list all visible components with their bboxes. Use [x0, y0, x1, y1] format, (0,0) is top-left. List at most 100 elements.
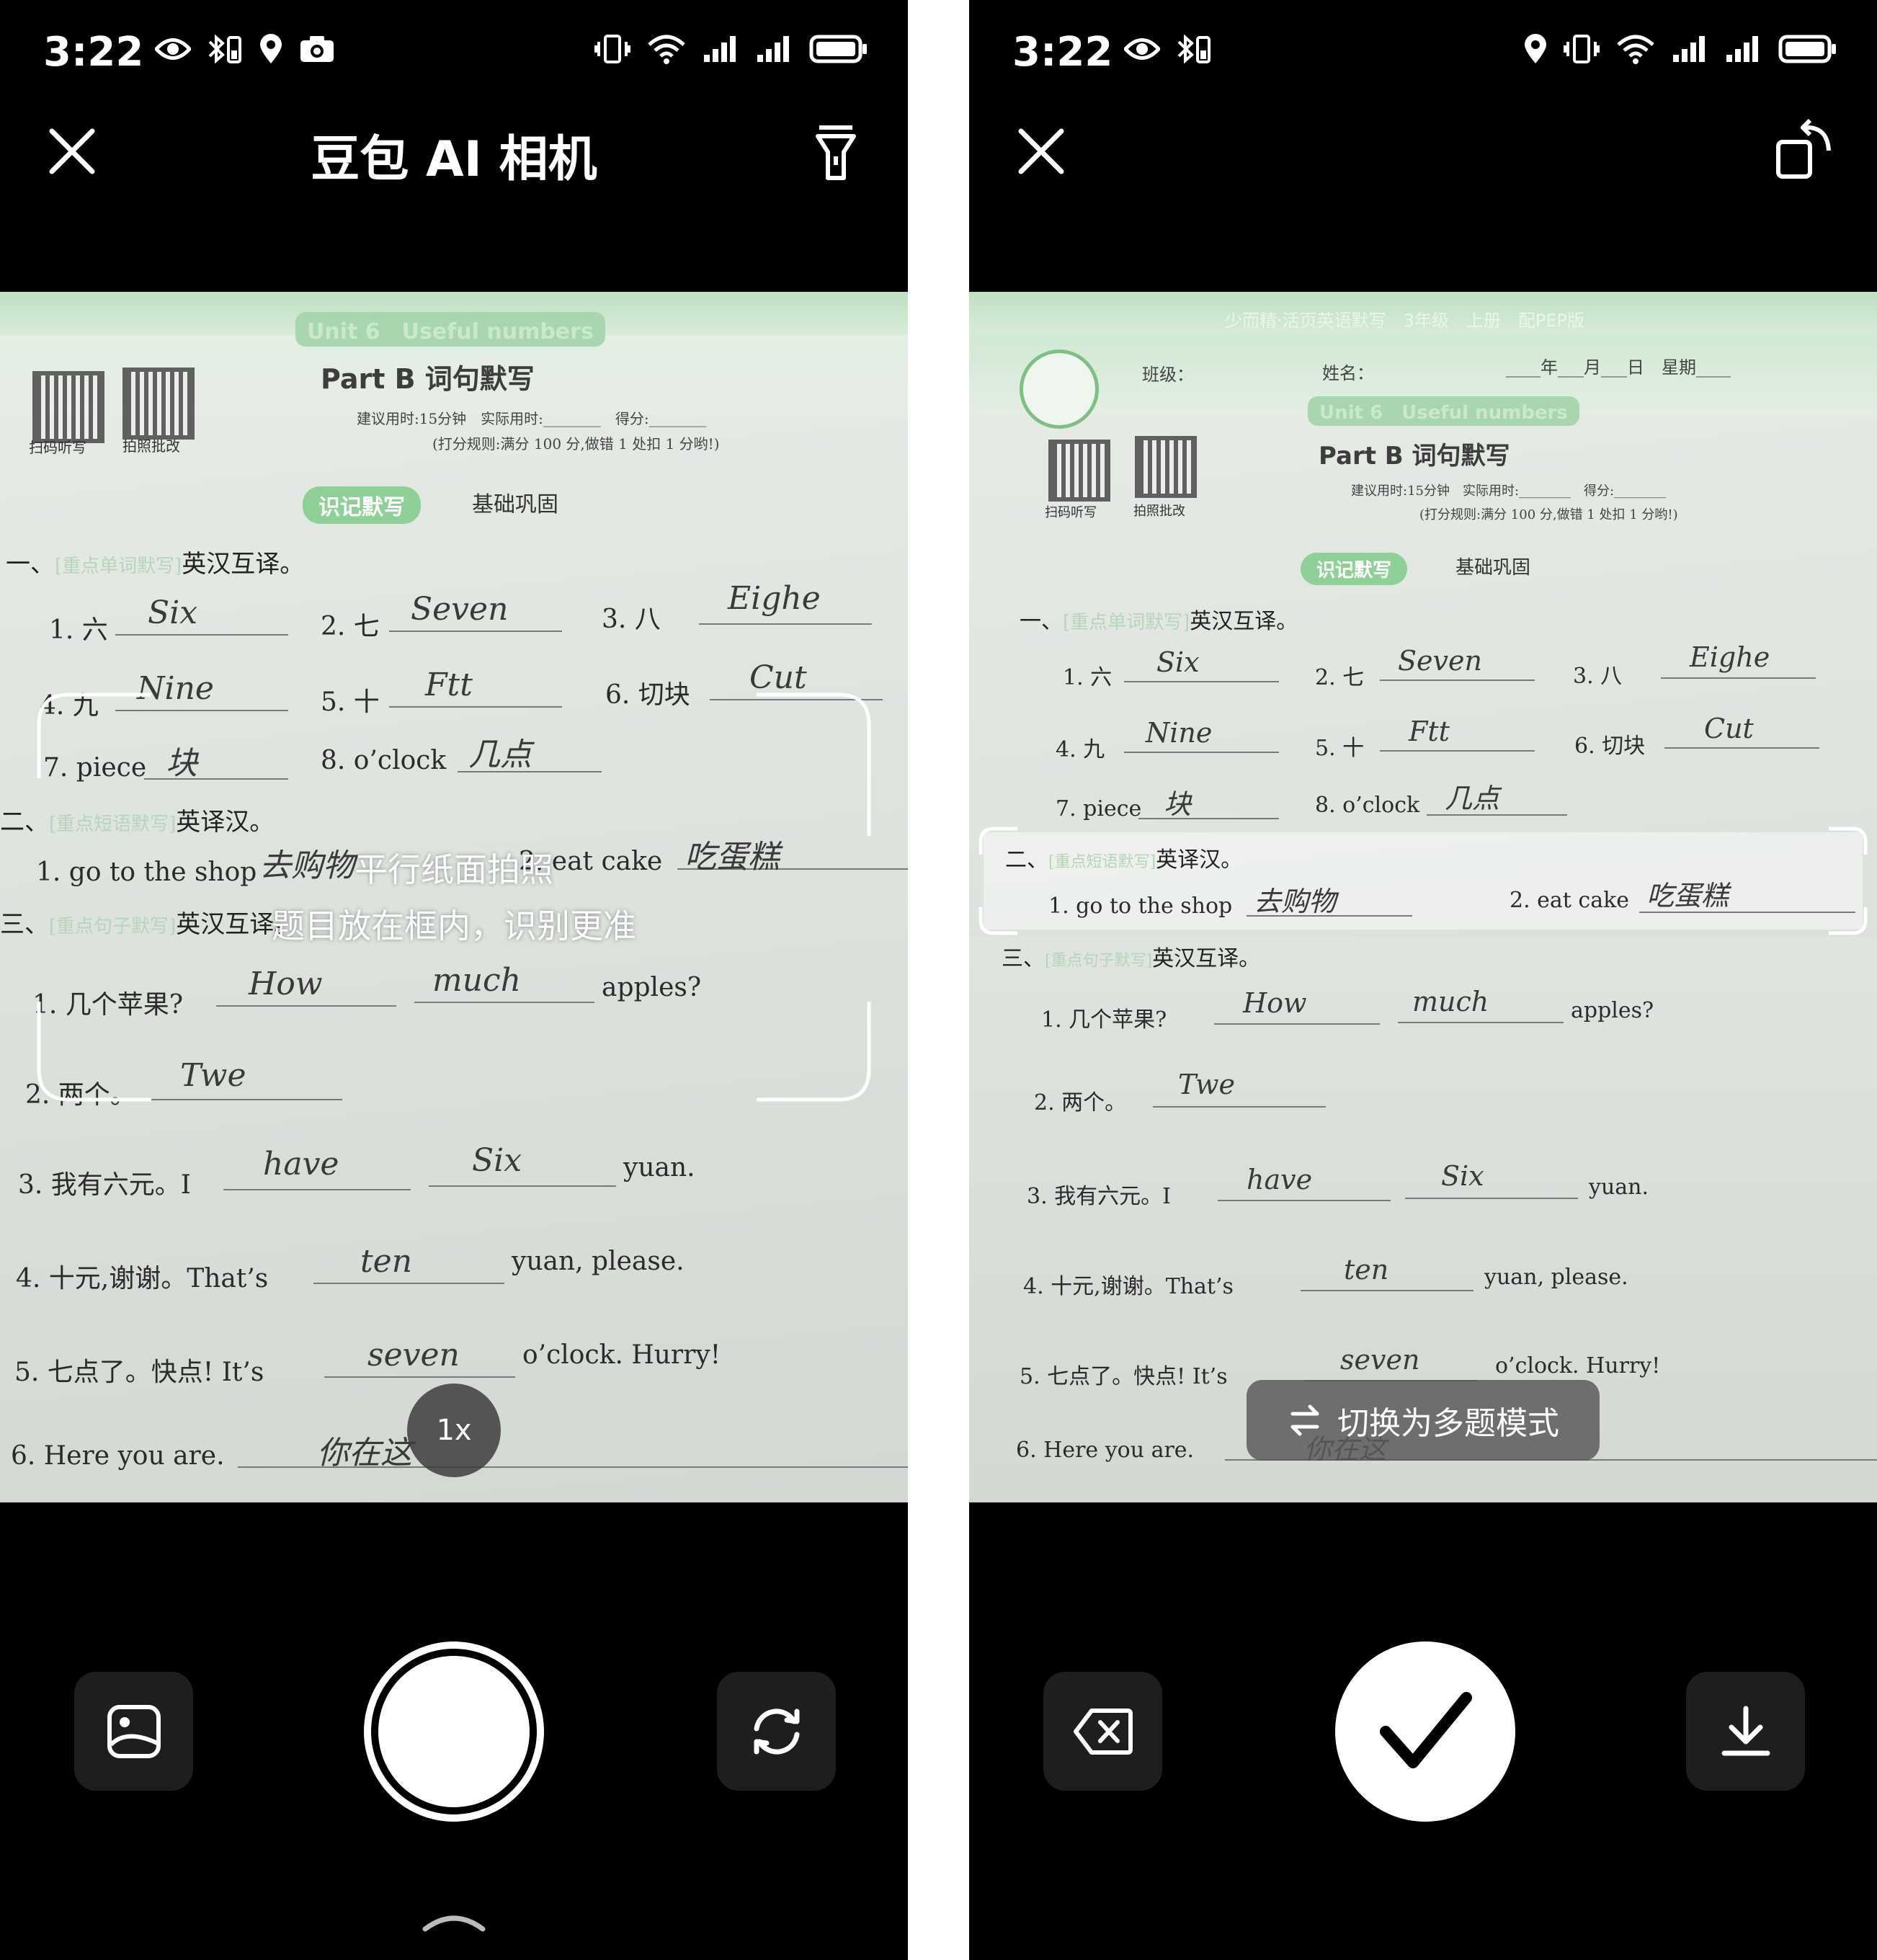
- question: 3. 八: [1573, 664, 1623, 689]
- question: 3. 我有六元。I: [1027, 1184, 1172, 1209]
- location-icon: [1523, 33, 1548, 65]
- refresh-icon: [754, 1708, 799, 1755]
- handwritten-answer: seven: [367, 1337, 460, 1373]
- rotate-icon[interactable]: [1773, 117, 1837, 182]
- question: 1. 几个苹果?: [1041, 1007, 1167, 1033]
- question: 5. 七点了。快点! It’s: [1020, 1364, 1228, 1389]
- unit-label: Unit 6 Useful numbers: [295, 312, 605, 347]
- handwritten-answer: Six: [472, 1142, 522, 1179]
- status-right-icons: [1523, 33, 1837, 65]
- question: 1. 六: [1063, 665, 1113, 690]
- close-icon[interactable]: [1012, 122, 1070, 180]
- flip-camera-button[interactable]: [717, 1672, 836, 1791]
- retake-button[interactable]: [1043, 1672, 1162, 1791]
- flashlight-icon[interactable]: [803, 117, 868, 182]
- question: 8. o’clock: [1315, 793, 1420, 818]
- question: 4. 九: [1056, 737, 1105, 762]
- handwritten-answer: much: [1412, 986, 1489, 1017]
- question: 7. piece: [1056, 796, 1142, 821]
- eye-icon: [1124, 33, 1160, 65]
- eye-icon: [155, 33, 191, 65]
- status-bar: 3:22: [0, 0, 908, 104]
- question: 6. Here you are.: [1016, 1438, 1195, 1463]
- unit-label: Unit 6 Useful numbers: [1308, 396, 1579, 426]
- question: 1. 六: [49, 615, 108, 645]
- page-title: 豆包 AI 相机: [311, 131, 597, 188]
- chevron-up-icon[interactable]: [422, 1906, 486, 1935]
- question: yuan.: [623, 1153, 695, 1182]
- date-label: ____年___月___日 星期____: [1506, 357, 1731, 378]
- class-label: 班级：: [1142, 365, 1194, 385]
- status-left-icons: [1124, 33, 1212, 65]
- wifi-icon: [1615, 33, 1656, 65]
- camera-screen: 3:22 豆包 AI 相机 Unit 6 Useful numbers 扫码听写…: [0, 0, 908, 1960]
- camera-top-bar: 豆包 AI 相机: [0, 104, 908, 292]
- handwritten-answer: have: [263, 1146, 339, 1182]
- qr-code: [1135, 436, 1197, 498]
- signal-icon-1: [703, 33, 740, 65]
- time-line: 建议用时:15分钟 实际用时:________ 得分:________: [1351, 484, 1667, 499]
- handwritten-answer: Seven: [1398, 645, 1482, 677]
- signal-icon-1: [1672, 33, 1709, 65]
- question: o’clock. Hurry!: [522, 1340, 721, 1370]
- question: 3. 八: [602, 605, 661, 634]
- handwritten-answer: Eighe: [728, 580, 821, 617]
- camera-status-icon: [299, 33, 335, 65]
- confirm-button[interactable]: [1335, 1642, 1515, 1822]
- gallery-button[interactable]: [74, 1672, 193, 1791]
- question: 3. 我有六元。I: [18, 1170, 192, 1200]
- name-label: 姓名：: [1322, 363, 1374, 383]
- qr-code: [122, 368, 195, 440]
- question: yuan, please.: [1484, 1265, 1628, 1290]
- zoom-button[interactable]: 1x: [407, 1384, 501, 1477]
- switch-mode-button[interactable]: 切换为多题模式: [1247, 1380, 1600, 1461]
- backspace-icon: [1073, 1708, 1133, 1755]
- handwritten-answer: ten: [360, 1243, 413, 1280]
- handwritten-answer: ten: [1344, 1254, 1389, 1286]
- status-bar: 3:22: [969, 0, 1877, 104]
- qr-label: 拍照批改: [122, 437, 180, 455]
- swap-icon: [1290, 1404, 1319, 1436]
- question: 4. 十元,谢谢。That’s: [1023, 1274, 1234, 1299]
- section-badge-sub: 基础巩固: [1455, 557, 1531, 579]
- switch-mode-label: 切换为多题模式: [1337, 1405, 1559, 1442]
- signal-icon-2: [756, 33, 793, 65]
- shutter-button[interactable]: [364, 1642, 544, 1822]
- handwritten-answer: have: [1247, 1164, 1313, 1195]
- vibrate-icon: [1564, 33, 1600, 65]
- handwritten-answer: Six: [1156, 646, 1200, 678]
- result-screen: 3:22 少而精·活页英语默写 3年级 上册 配PEP版 班级： 姓名： ___…: [969, 0, 1877, 1960]
- handwritten-answer: Nine: [1146, 717, 1213, 749]
- question: 6. Here you are.: [11, 1441, 225, 1471]
- download-button[interactable]: [1686, 1672, 1805, 1791]
- qr-label: 拍照批改: [1133, 504, 1185, 519]
- question: o’clock. Hurry!: [1495, 1353, 1661, 1378]
- handwritten-answer: 几点: [1445, 783, 1500, 814]
- section-badge-sub: 基础巩固: [472, 492, 558, 517]
- handwritten-answer: Six: [1441, 1160, 1484, 1192]
- hint-line-2: 题目放在框内，识别更准: [272, 906, 636, 945]
- selection-frame: [978, 827, 1868, 935]
- section-1-heading: 一、[重点单词默写]英汉互译。: [6, 550, 305, 579]
- section-3-heading: 三、[重点句子默写]英汉互译。: [1002, 946, 1261, 971]
- series-label: 少而精·活页英语默写 3年级 上册 配PEP版: [1225, 311, 1585, 331]
- question: 2. 七: [1315, 665, 1365, 690]
- handwritten-answer: seven: [1340, 1344, 1420, 1376]
- rule-line: (打分规则:满分 100 分,做错 1 处扣 1 分哟!): [432, 435, 720, 453]
- vibrate-icon: [594, 33, 630, 65]
- battery-icon: [1778, 33, 1837, 65]
- status-right-icons: [594, 33, 868, 65]
- signal-icon-2: [1725, 33, 1762, 65]
- question: apples?: [1571, 998, 1654, 1023]
- question: 2. 两个。: [1034, 1090, 1127, 1115]
- handwritten-answer: Eighe: [1690, 641, 1770, 673]
- handwritten-answer: How: [1243, 987, 1307, 1019]
- result-top-bar: [969, 104, 1877, 292]
- question: yuan, please.: [512, 1247, 685, 1276]
- logo-icon: [1020, 349, 1099, 429]
- hint-line-1: 平行纸面拍照: [355, 850, 553, 889]
- qr-code: [32, 371, 104, 443]
- handwritten-answer: Twe: [1178, 1069, 1236, 1100]
- question: 2. 七: [321, 612, 380, 641]
- bluetooth-battery-icon: [207, 33, 243, 65]
